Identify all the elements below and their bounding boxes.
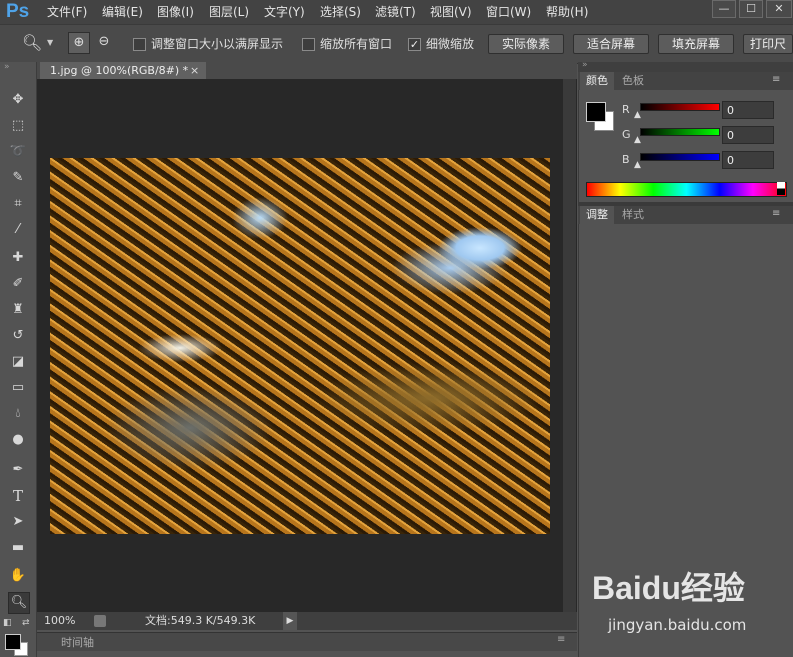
dodge-tool-icon[interactable]: ● — [8, 430, 28, 450]
timeline-menu-icon[interactable]: ≡ — [557, 634, 565, 645]
watermark-url: jingyan.baidu.com — [608, 616, 747, 634]
menu-view[interactable]: 视图(V) — [430, 0, 472, 24]
menu-type[interactable]: 文字(Y) — [264, 0, 305, 24]
collapse-arrows-icon[interactable]: » — [4, 62, 10, 72]
adjustments-panel-menu-icon[interactable]: ≡ — [772, 208, 780, 219]
color-spectrum-bar[interactable] — [586, 182, 787, 197]
zoom-all-windows-label: 缩放所有窗口 — [320, 37, 393, 51]
tab-adjustments[interactable]: 调整 — [580, 206, 614, 224]
g-label: G — [622, 128, 631, 141]
photoshop-logo: Ps — [6, 1, 30, 22]
menu-layer[interactable]: 图层(L) — [209, 0, 249, 24]
document-image[interactable] — [50, 158, 550, 534]
crop-tool-icon[interactable]: ⌗ — [8, 194, 28, 214]
r-slider[interactable] — [640, 103, 720, 111]
status-arrow-icon[interactable]: ▶ — [283, 612, 297, 630]
tab-swatches[interactable]: 色板 — [616, 72, 650, 90]
tab-styles[interactable]: 样式 — [616, 206, 650, 224]
zoom-tool-icon[interactable]: 🔍︎ — [22, 33, 42, 52]
hand-tool-icon[interactable]: ✋ — [8, 566, 28, 586]
history-brush-tool-icon[interactable]: ↺ — [8, 326, 28, 346]
scrubby-zoom-label: 细微缩放 — [426, 37, 475, 51]
zoom-out-icon[interactable]: ⊖ — [94, 32, 114, 52]
quick-select-tool-icon[interactable]: ✎ — [8, 168, 28, 188]
healing-brush-tool-icon[interactable]: ✚ — [8, 248, 28, 268]
adjustments-panel-tabs: 调整 样式 ≡ — [578, 206, 793, 224]
print-size-button[interactable]: 打印尺 — [743, 34, 793, 54]
tab-color[interactable]: 颜色 — [580, 72, 614, 90]
color-panel-menu-icon[interactable]: ≡ — [772, 74, 780, 85]
zoom-level[interactable]: 100% — [44, 612, 75, 630]
r-slider-thumb[interactable]: ▲ — [634, 110, 641, 120]
marquee-tool-icon[interactable]: ⬚ — [8, 116, 28, 136]
lasso-tool-icon[interactable]: ➰ — [8, 142, 28, 162]
document-tab-label: 1.jpg @ 100%(RGB/8#) * — [50, 64, 189, 77]
scrubby-zoom-checkbox[interactable]: ✓ — [408, 38, 421, 51]
baidu-jingyan-watermark: Baidu经验 jingyan.baidu.com — [590, 568, 790, 648]
color-panel-tabs: 颜色 色板 ≡ — [578, 72, 793, 90]
b-value-input[interactable]: 0 — [722, 151, 774, 169]
type-tool-icon[interactable]: T — [8, 486, 28, 506]
menu-bar: Ps 文件(F) 编辑(E) 图像(I) 图层(L) 文字(Y) 选择(S) 滤… — [0, 0, 793, 24]
g-slider[interactable] — [640, 128, 720, 136]
status-menu-icon[interactable] — [94, 615, 106, 627]
menu-window[interactable]: 窗口(W) — [486, 0, 531, 24]
dock-header: » — [578, 60, 793, 72]
r-label: R — [622, 103, 630, 116]
blur-tool-icon[interactable]: 💧︎ — [8, 404, 28, 424]
menu-image[interactable]: 图像(I) — [157, 0, 194, 24]
resize-windows-label: 调整窗口大小以满屏显示 — [151, 37, 284, 51]
fit-screen-button[interactable]: 适合屏幕 — [573, 34, 649, 54]
clone-stamp-tool-icon[interactable]: ♜ — [8, 300, 28, 320]
resize-windows-checkbox[interactable] — [133, 38, 146, 51]
actual-pixels-button[interactable]: 实际像素 — [488, 34, 564, 54]
eraser-tool-icon[interactable]: ◪ — [8, 352, 28, 372]
menu-filter[interactable]: 滤镜(T) — [375, 0, 416, 24]
swap-colors-icon[interactable]: ⇄ — [22, 618, 30, 628]
b-slider[interactable] — [640, 153, 720, 161]
vertical-scrollbar[interactable] — [563, 79, 576, 612]
tool-preset-dropdown-icon[interactable]: ▼ — [47, 38, 53, 47]
b-label: B — [622, 153, 630, 166]
menu-help[interactable]: 帮助(H) — [546, 0, 588, 24]
b-slider-thumb[interactable]: ▲ — [634, 160, 641, 170]
default-colors-icon[interactable]: ◧ — [3, 618, 12, 628]
g-slider-thumb[interactable]: ▲ — [634, 135, 641, 145]
g-value-input[interactable]: 0 — [722, 126, 774, 144]
color-panel-foreground-swatch[interactable] — [586, 102, 606, 122]
close-tab-icon[interactable]: × — [190, 62, 199, 79]
close-window-button[interactable]: ✕ — [766, 0, 792, 18]
timeline-tab[interactable]: 时间轴 — [61, 634, 94, 650]
document-tab[interactable]: 1.jpg @ 100%(RGB/8#) * × — [40, 62, 206, 79]
gradient-tool-icon[interactable]: ▭ — [8, 378, 28, 398]
watermark-brand: Baidu经验 — [592, 570, 745, 606]
maximize-button[interactable]: ☐ — [739, 0, 763, 18]
zoom-in-icon[interactable]: ⊕ — [68, 32, 90, 54]
move-tool-icon[interactable]: ✥ — [8, 90, 28, 110]
menu-file[interactable]: 文件(F) — [47, 0, 87, 24]
foreground-color-swatch[interactable] — [5, 634, 21, 650]
path-select-tool-icon[interactable]: ➤ — [8, 512, 28, 532]
menu-select[interactable]: 选择(S) — [320, 0, 361, 24]
black-white-ramp[interactable] — [777, 182, 785, 195]
tools-panel: » ✥ ⬚ ➰ ✎ ⌗ ⁄ ✚ ✐ ♜ ↺ ◪ ▭ 💧︎ ● ✒ T ➤ ▬ ✋… — [0, 62, 37, 657]
menu-edit[interactable]: 编辑(E) — [102, 0, 143, 24]
minimize-button[interactable]: — — [712, 0, 736, 18]
shape-tool-icon[interactable]: ▬ — [8, 538, 28, 558]
zoom-tool-icon[interactable]: 🔍︎ — [8, 592, 30, 614]
dock-collapse-icon[interactable]: » — [582, 60, 588, 70]
zoom-all-windows-checkbox[interactable] — [302, 38, 315, 51]
document-size-info: 文档:549.3 K/549.3K — [145, 614, 256, 627]
brush-tool-icon[interactable]: ✐ — [8, 274, 28, 294]
r-value-input[interactable]: 0 — [722, 101, 774, 119]
status-bar: 100% 文档:549.3 K/549.3K ▶ — [37, 612, 577, 630]
fill-screen-button[interactable]: 填充屏幕 — [658, 34, 734, 54]
timeline-panel: 时间轴 ≡ — [37, 632, 577, 651]
eyedropper-tool-icon[interactable]: ⁄ — [8, 220, 28, 240]
pen-tool-icon[interactable]: ✒ — [8, 460, 28, 480]
